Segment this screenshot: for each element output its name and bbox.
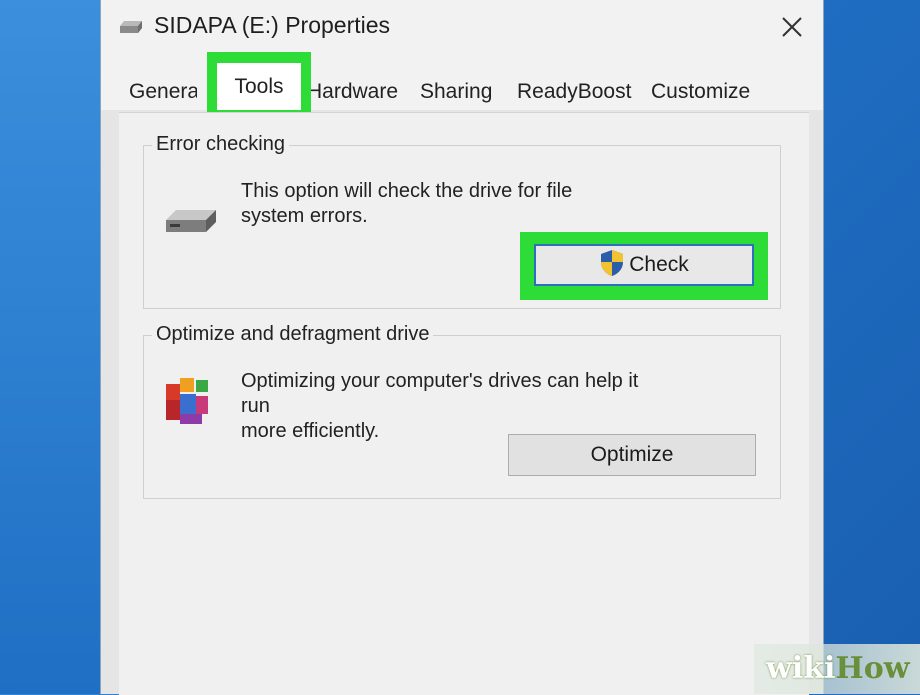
properties-window: SIDAPA (E:) Properties General Hardware … <box>100 0 824 695</box>
desktop-background <box>0 0 100 694</box>
drive-icon <box>120 21 142 33</box>
close-button[interactable] <box>771 8 811 44</box>
check-button-label: Check <box>629 253 689 276</box>
error-checking-line-2: system errors. <box>241 205 368 227</box>
optimize-group: Optimize and defragment drive Optimizing… <box>143 323 781 499</box>
optimize-line-1: Optimizing your computer's drives can he… <box>241 370 639 417</box>
tools-panel: Error checking This option will check th… <box>119 112 809 695</box>
wikihow-watermark: wikiHow <box>754 644 920 694</box>
optimize-description: Optimizing your computer's drives can he… <box>241 369 641 444</box>
error-checking-title: Error checking <box>152 133 289 156</box>
watermark-part-2: How <box>835 651 910 686</box>
tab-hardware[interactable]: Hardware <box>307 80 398 104</box>
error-checking-description: This option will check the drive for fil… <box>241 179 641 229</box>
close-icon <box>782 17 802 37</box>
watermark-part-1: wiki <box>766 651 836 686</box>
defragment-icon <box>166 378 208 424</box>
tab-customize[interactable]: Customize <box>651 80 750 104</box>
check-button[interactable]: Check <box>534 244 754 286</box>
window-title: SIDAPA (E:) Properties <box>154 12 391 38</box>
error-checking-line-1: This option will check the drive for fil… <box>241 180 573 202</box>
hard-drive-icon <box>166 210 216 232</box>
uac-shield-icon <box>601 250 624 277</box>
tab-general[interactable]: General <box>129 80 197 104</box>
optimize-title: Optimize and defragment drive <box>152 323 434 346</box>
title-bar[interactable]: SIDAPA (E:) Properties <box>101 0 823 54</box>
tab-sharing[interactable]: Sharing <box>420 80 492 104</box>
optimize-button[interactable]: Optimize <box>508 434 756 476</box>
error-checking-group: Error checking This option will check th… <box>143 133 781 309</box>
tab-readyboost[interactable]: ReadyBoost <box>517 80 631 104</box>
tab-tools[interactable]: Tools <box>217 63 301 110</box>
